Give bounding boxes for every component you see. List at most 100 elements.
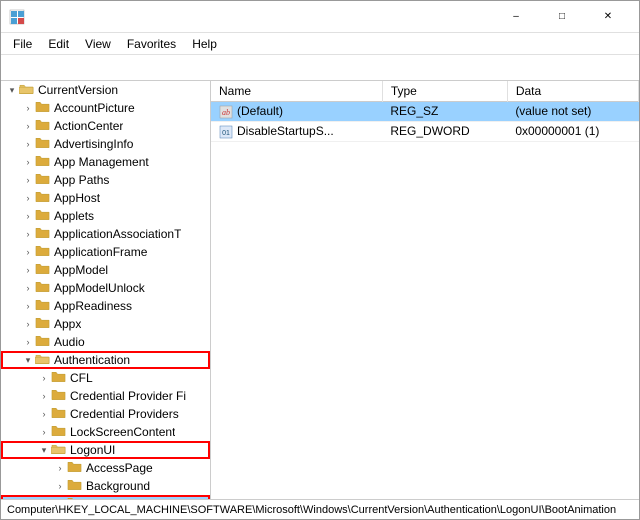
folder-icon-cfl	[51, 370, 67, 386]
folder-icon-lockscreencontent	[51, 424, 67, 440]
folder-icon-applets	[35, 208, 51, 224]
tree-item-audio[interactable]: › Audio	[1, 333, 210, 351]
tree-label-accountpicture: AccountPicture	[54, 101, 135, 115]
app-icon	[9, 9, 25, 25]
tree-toggle-authentication[interactable]: ▾	[21, 351, 35, 369]
col-type[interactable]: Type	[382, 81, 507, 102]
tree-toggle-applets[interactable]: ›	[21, 207, 35, 225]
table-row[interactable]: ab (Default)REG_SZ(value not set)	[211, 102, 639, 122]
menu-edit[interactable]: Edit	[40, 35, 77, 53]
tree-item-credentialproviders[interactable]: › Credential Providers	[1, 405, 210, 423]
tree-toggle-appx[interactable]: ›	[21, 315, 35, 333]
tree-toggle-currentversion[interactable]: ▾	[5, 81, 19, 99]
folder-icon-accesspage	[67, 460, 83, 476]
tree-label-appmodel: AppModel	[54, 263, 108, 277]
tree-toggle-cfl[interactable]: ›	[37, 369, 51, 387]
tree-label-appmanagement: App Management	[54, 155, 149, 169]
tree-toggle-appmodelunlock[interactable]: ›	[21, 279, 35, 297]
menu-bar: File Edit View Favorites Help	[1, 33, 639, 55]
tree-item-appmodel[interactable]: › AppModel	[1, 261, 210, 279]
tree-toggle-lockscreencontent[interactable]: ›	[37, 423, 51, 441]
folder-icon-applicationframe	[35, 244, 51, 260]
tree-toggle-credentialproviderfi[interactable]: ›	[37, 387, 51, 405]
tree-toggle-audio[interactable]: ›	[21, 333, 35, 351]
menu-view[interactable]: View	[77, 35, 119, 53]
tree-item-background[interactable]: › Background	[1, 477, 210, 495]
tree-label-appreadiness: AppReadiness	[54, 299, 132, 313]
tree-item-applicationframe[interactable]: › ApplicationFrame	[1, 243, 210, 261]
table-header-row: Name Type Data	[211, 81, 639, 102]
col-data[interactable]: Data	[507, 81, 638, 102]
tree-item-actioncenter[interactable]: › ActionCenter	[1, 117, 210, 135]
tree-label-apphost: AppHost	[54, 191, 100, 205]
maximize-button[interactable]: □	[539, 1, 585, 33]
folder-icon-logonui	[51, 442, 67, 458]
tree-label-applets: Applets	[54, 209, 94, 223]
tree-item-authentication[interactable]: ▾ Authentication	[1, 351, 210, 369]
tree-item-accesspage[interactable]: › AccessPage	[1, 459, 210, 477]
tree-label-accesspage: AccessPage	[86, 461, 153, 475]
tree-toggle-logonui[interactable]: ▾	[37, 441, 51, 459]
cell-data-1: 0x00000001 (1)	[507, 121, 638, 141]
tree-toggle-appmodel[interactable]: ›	[21, 261, 35, 279]
tree-item-accountpicture[interactable]: › AccountPicture	[1, 99, 210, 117]
tree-label-applicationassociationt: ApplicationAssociationT	[54, 227, 181, 241]
window-controls: – □ ✕	[493, 1, 631, 33]
tree-item-advertisinginfo[interactable]: › AdvertisingInfo	[1, 135, 210, 153]
tree-item-logonui[interactable]: ▾ LogonUI	[1, 441, 210, 459]
tree-item-appreadiness[interactable]: › AppReadiness	[1, 297, 210, 315]
close-button[interactable]: ✕	[585, 1, 631, 33]
address-bar[interactable]	[1, 55, 639, 81]
folder-icon-background	[67, 478, 83, 494]
menu-help[interactable]: Help	[184, 35, 225, 53]
tree-label-actioncenter: ActionCenter	[54, 119, 123, 133]
tree-item-apphost[interactable]: › AppHost	[1, 189, 210, 207]
tree-toggle-background[interactable]: ›	[53, 477, 67, 495]
tree-toggle-appreadiness[interactable]: ›	[21, 297, 35, 315]
tree-item-applicationassociationt[interactable]: › ApplicationAssociationT	[1, 225, 210, 243]
folder-icon-applicationassociationt	[35, 226, 51, 242]
tree-panel[interactable]: ▾ CurrentVersion› AccountPicture› Action…	[1, 81, 211, 499]
tree-toggle-accountpicture[interactable]: ›	[21, 99, 35, 117]
tree-toggle-applicationassociationt[interactable]: ›	[21, 225, 35, 243]
tree-toggle-actioncenter[interactable]: ›	[21, 117, 35, 135]
folder-icon-appx	[35, 316, 51, 332]
tree-label-appx: Appx	[54, 317, 81, 331]
tree-toggle-apphost[interactable]: ›	[21, 189, 35, 207]
tree-toggle-accesspage[interactable]: ›	[53, 459, 67, 477]
table-row[interactable]: 01 DisableStartupS...REG_DWORD0x00000001…	[211, 121, 639, 141]
tree-toggle-appmanagement[interactable]: ›	[21, 153, 35, 171]
tree-label-logonui: LogonUI	[70, 443, 115, 457]
tree-item-appmodelunlock[interactable]: › AppModelUnlock	[1, 279, 210, 297]
tree-item-credentialproviderfi[interactable]: › Credential Provider Fi	[1, 387, 210, 405]
folder-icon-credentialproviderfi	[51, 388, 67, 404]
folder-icon-accountpicture	[35, 100, 51, 116]
menu-favorites[interactable]: Favorites	[119, 35, 184, 53]
tree-toggle-advertisinginfo[interactable]: ›	[21, 135, 35, 153]
folder-icon-appmodel	[35, 262, 51, 278]
tree-item-apppaths[interactable]: › App Paths	[1, 171, 210, 189]
tree-toggle-credentialproviders[interactable]: ›	[37, 405, 51, 423]
tree-item-appx[interactable]: › Appx	[1, 315, 210, 333]
tree-item-appmanagement[interactable]: › App Management	[1, 153, 210, 171]
tree-toggle-apppaths[interactable]: ›	[21, 171, 35, 189]
tree-label-credentialproviders: Credential Providers	[70, 407, 179, 421]
minimize-button[interactable]: –	[493, 1, 539, 33]
col-name[interactable]: Name	[211, 81, 382, 102]
tree-item-currentversion[interactable]: ▾ CurrentVersion	[1, 81, 210, 99]
folder-icon-advertisinginfo	[35, 136, 51, 152]
details-panel: Name Type Data ab (Default)REG_SZ(value …	[211, 81, 639, 499]
tree-label-cfl: CFL	[70, 371, 93, 385]
tree-label-apppaths: App Paths	[54, 173, 109, 187]
menu-file[interactable]: File	[5, 35, 40, 53]
tree-item-lockscreencontent[interactable]: › LockScreenContent	[1, 423, 210, 441]
tree-item-cfl[interactable]: › CFL	[1, 369, 210, 387]
folder-icon-appmodelunlock	[35, 280, 51, 296]
folder-icon-credentialproviders	[51, 406, 67, 422]
tree-toggle-applicationframe[interactable]: ›	[21, 243, 35, 261]
tree-item-applets[interactable]: › Applets	[1, 207, 210, 225]
tree-label-appmodelunlock: AppModelUnlock	[54, 281, 145, 295]
title-bar: – □ ✕	[1, 1, 639, 33]
folder-icon-audio	[35, 334, 51, 350]
folder-icon-apppaths	[35, 172, 51, 188]
